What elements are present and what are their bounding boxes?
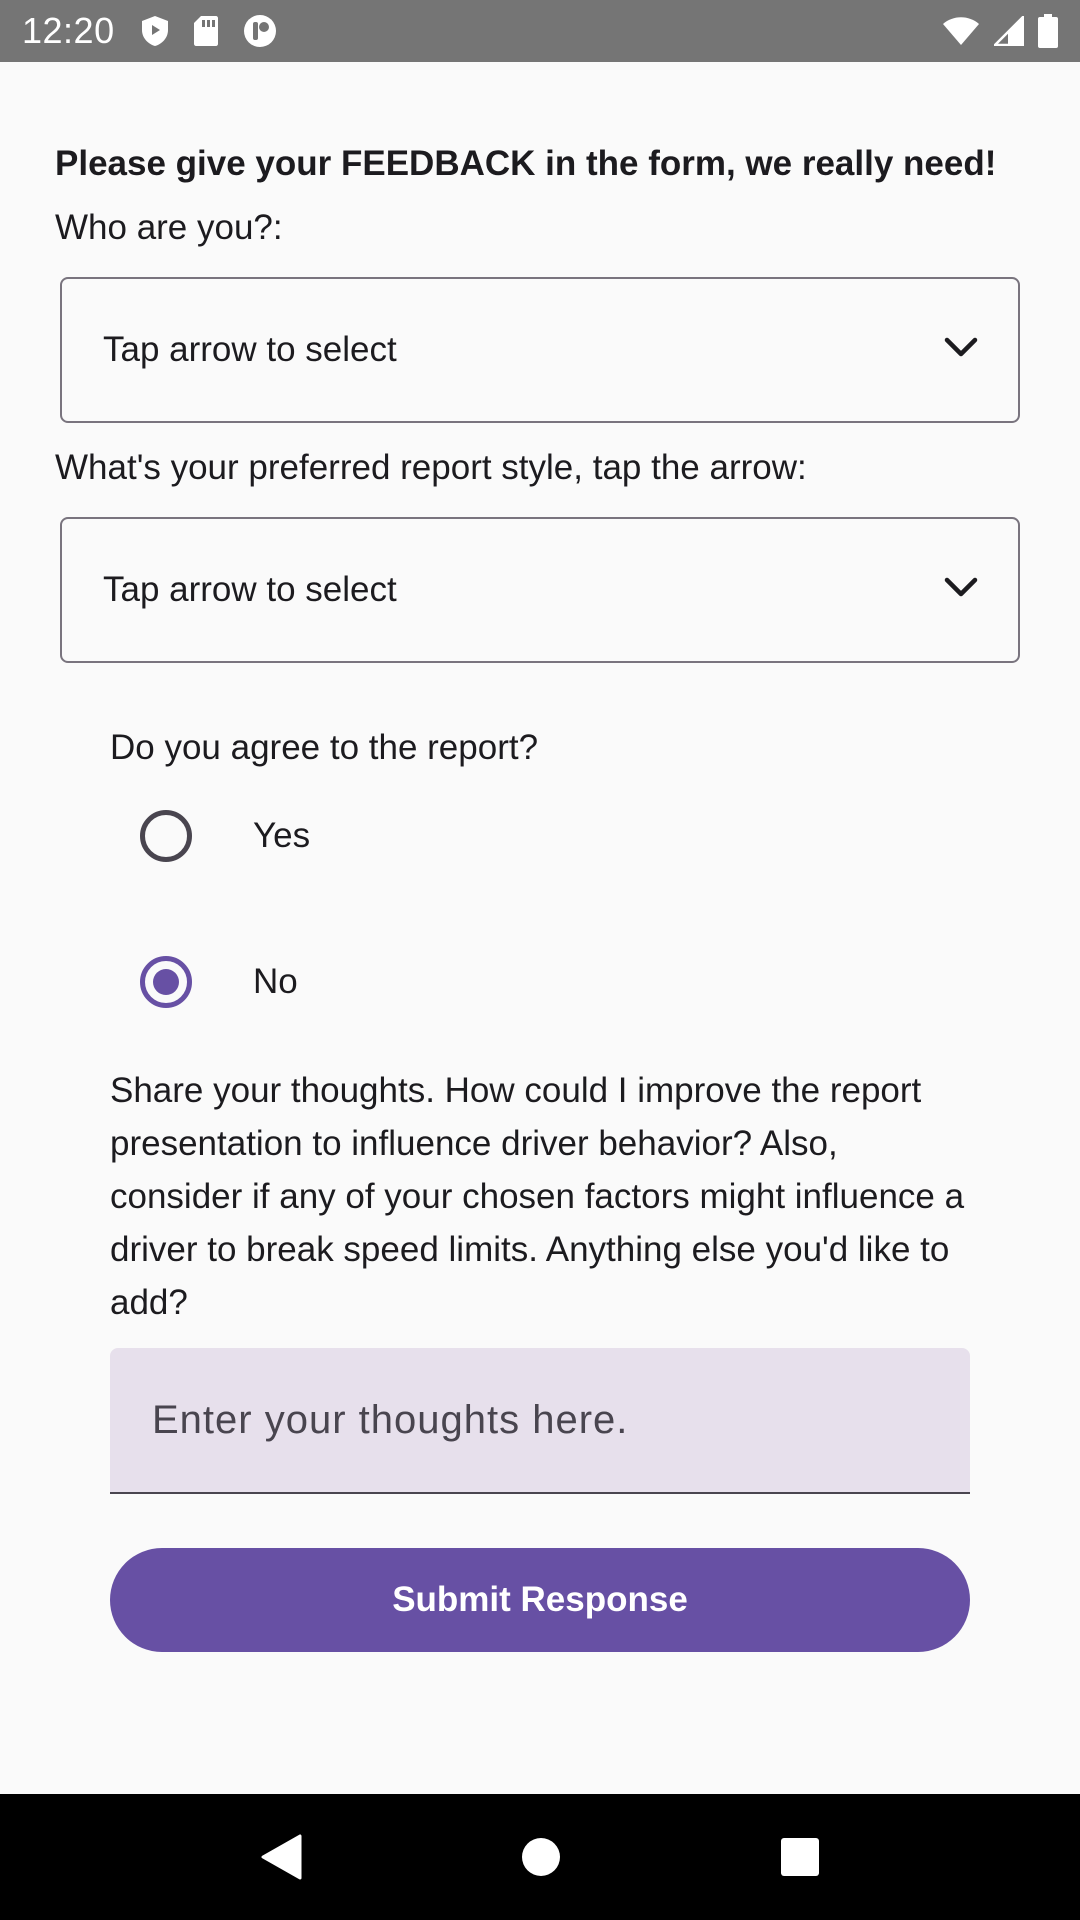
wifi-icon [942, 16, 980, 46]
status-left: 12:20 [22, 10, 277, 52]
back-icon[interactable] [260, 1834, 302, 1880]
shield-icon [141, 15, 169, 47]
thoughts-field[interactable] [110, 1348, 970, 1494]
navigation-bar [0, 1794, 1080, 1920]
status-time: 12:20 [22, 10, 115, 51]
signal-icon [994, 16, 1024, 46]
style-dropdown[interactable]: Tap arrow to select [60, 517, 1020, 663]
radio-option-yes[interactable]: Yes [140, 796, 310, 876]
agree-question: Do you agree to the report? [110, 728, 539, 767]
style-label: What's your preferred report style, tap … [55, 448, 807, 487]
style-dropdown-value: Tap arrow to select [103, 570, 397, 609]
radio-button-yes[interactable] [140, 810, 192, 862]
battery-icon [1038, 14, 1058, 48]
status-right [942, 14, 1058, 48]
who-dropdown[interactable]: Tap arrow to select [60, 277, 1020, 423]
chevron-down-icon[interactable] [944, 337, 978, 364]
chevron-down-icon[interactable] [944, 577, 978, 604]
thoughts-prompt: Share your thoughts. How could I improve… [110, 1071, 965, 1322]
status-bar: 12:20 [0, 0, 1080, 62]
radio-label-no: No [253, 962, 298, 1001]
feedback-form: Please give your FEEDBACK in the form, w… [0, 62, 1080, 1794]
recents-icon[interactable] [780, 1837, 820, 1877]
notification-icons [141, 14, 277, 48]
who-dropdown-value: Tap arrow to select [103, 330, 397, 369]
who-label: Who are you?: [55, 208, 283, 247]
radio-option-no[interactable]: No [140, 942, 298, 1022]
sync-icon [243, 14, 277, 48]
screen: 12:20 Please give your FEEDBACK in the f… [0, 0, 1080, 1920]
form-heading: Please give your FEEDBACK in the form, w… [55, 144, 997, 183]
radio-button-no[interactable] [140, 956, 192, 1008]
home-icon[interactable] [521, 1837, 561, 1877]
thoughts-input[interactable] [152, 1397, 970, 1443]
sd-card-icon [193, 15, 219, 47]
radio-dot [153, 969, 179, 995]
radio-label-yes: Yes [253, 816, 311, 855]
submit-button[interactable]: Submit Response [110, 1548, 970, 1652]
